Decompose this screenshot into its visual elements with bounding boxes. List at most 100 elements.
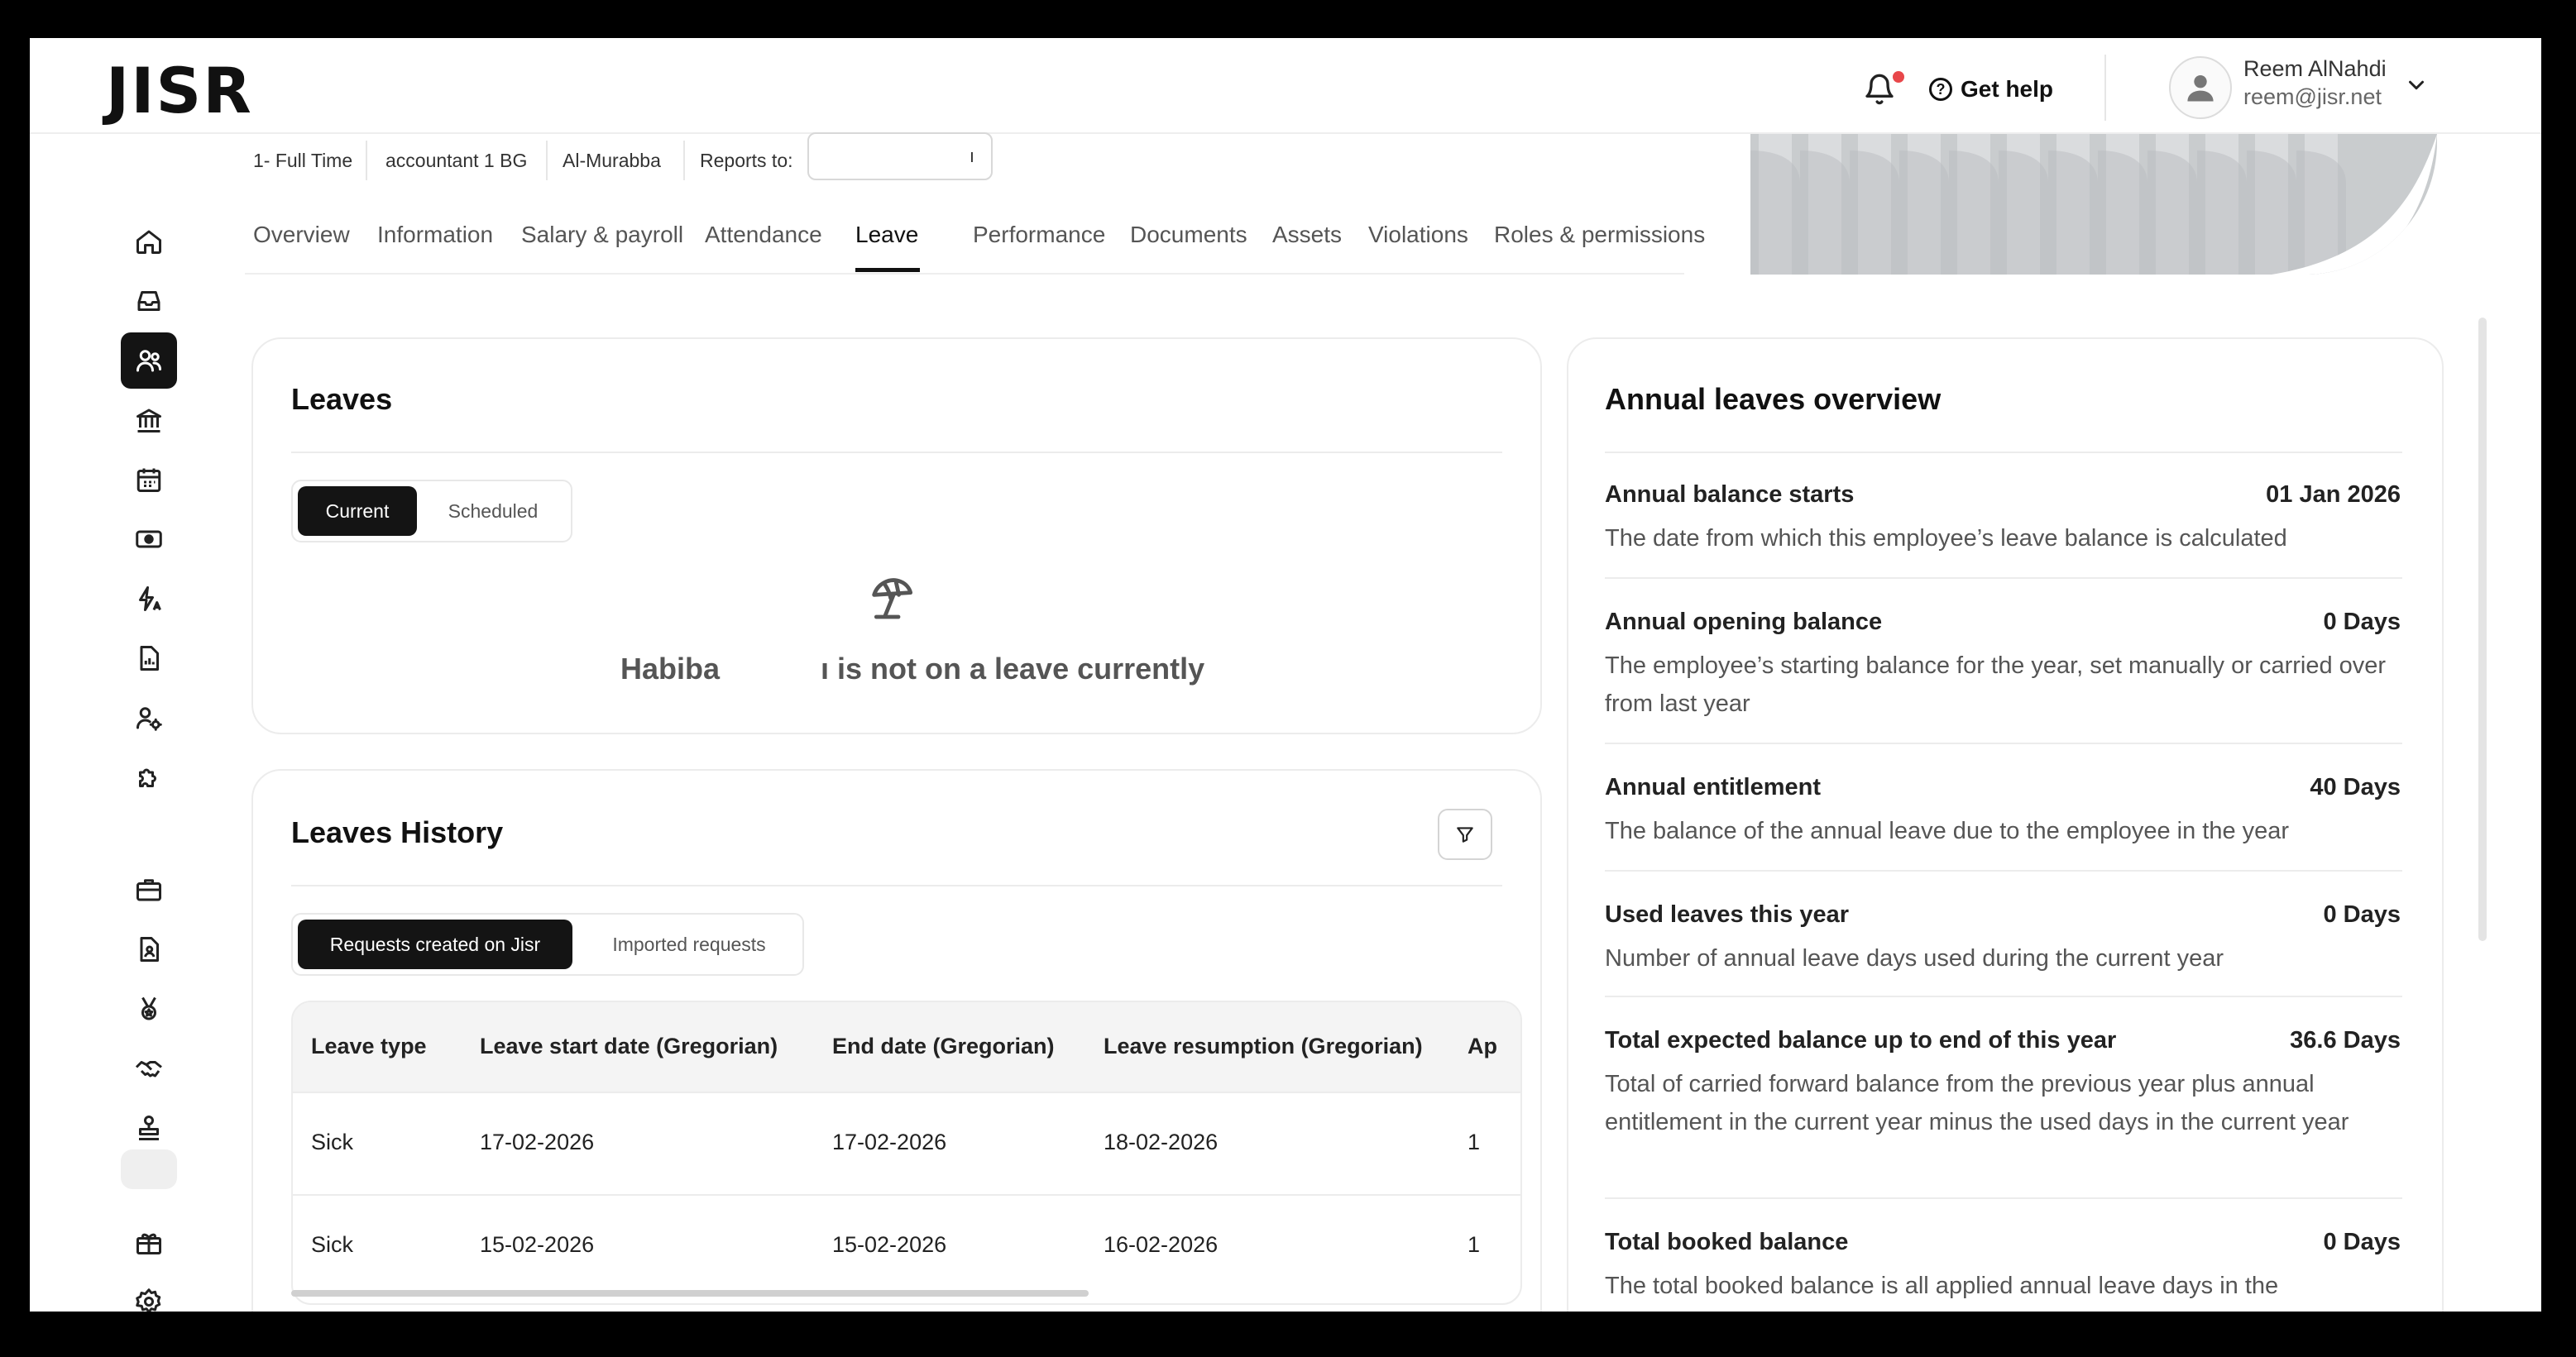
column-header[interactable]: Leave resumption (Gregorian) [1104,1034,1423,1059]
column-header[interactable]: Leave type [311,1034,427,1059]
jisr-requests-toggle[interactable]: Requests created on Jisr [298,920,572,969]
sidebar-item-home[interactable] [121,213,177,270]
reports-to-field[interactable]: ı [807,132,993,180]
leaves-divider [291,452,1502,453]
overview-description: The date from which this employee’s leav… [1605,525,2287,552]
scheduled-toggle[interactable]: Scheduled [425,486,561,536]
sidebar-item-approvals[interactable] [121,1100,177,1156]
empty-state-name: Habiba [620,652,721,686]
overview-value: 01 Jan 2026 [2266,481,2401,508]
cell-approved: 1 [1468,1130,1481,1154]
sidebar-item-payroll[interactable] [121,511,177,567]
column-header[interactable]: End date (Gregorian) [832,1034,1055,1059]
imported-requests-toggle[interactable]: Imported requests [579,920,799,969]
tab-information[interactable]: Information [377,222,493,248]
overview-description: The balance of the annual leave due to t… [1605,818,2290,844]
overview-divider [1605,743,2402,744]
meta-divider [683,141,685,180]
overview-value: 40 Days [2310,774,2401,800]
tab-overview[interactable]: Overview [253,222,350,248]
question-circle-icon: ? [1929,78,1952,101]
sidebar-item-reports[interactable] [121,630,177,686]
tab-assets[interactable]: Assets [1272,222,1342,248]
table-horizontal-scrollbar[interactable] [291,1290,1089,1297]
sidebar-item-inbox[interactable] [121,273,177,329]
tab-leave[interactable]: Leave [855,222,918,248]
sidebar-item-employee-files[interactable] [121,921,177,977]
app-window: JISR ? Get help Reem AlNahdi reem@jisr.n… [30,38,2541,1312]
cell-resumption-date: 16-02-2026 [1104,1232,1219,1257]
cell-leave-type: Sick [311,1130,354,1154]
puzzle-icon [139,768,156,787]
leaves-history-table: Leave type Leave start date (Gregorian) … [291,1001,1522,1305]
sidebar-item-benefits[interactable] [121,1214,177,1270]
get-help-label: Get help [1961,76,2054,102]
overview-value: 0 Days [2323,1229,2401,1255]
tab-violations[interactable]: Violations [1368,222,1468,248]
beach-umbrella-icon [872,578,913,619]
notification-bell-icon[interactable] [1863,71,1896,108]
home-icon [136,230,161,254]
overview-value: 0 Days [2323,901,2401,928]
cell-approved: 1 [1468,1232,1481,1257]
money-icon [136,530,162,548]
column-header[interactable]: Ap [1468,1034,1497,1059]
sidebar-item-user-settings[interactable] [121,690,177,746]
column-header[interactable]: Leave start date (Gregorian) [480,1034,778,1059]
history-divider [291,885,1502,886]
sidebar-item-people[interactable] [121,332,177,389]
chevron-down-icon[interactable] [2404,73,2429,98]
overview-description: Number of annual leave days used during … [1605,945,2224,972]
history-segment-control: Requests created on Jisr Imported reques… [291,913,804,976]
sidebar-item-integrations[interactable] [121,749,177,805]
header-divider [2104,55,2106,121]
overview-divider [1605,996,2402,997]
sidebar-item-automation[interactable] [121,571,177,627]
tab-documents[interactable]: Documents [1130,222,1247,248]
page-vertical-scrollbar[interactable] [2478,318,2487,941]
employment-type: 1- Full Time [253,149,353,171]
overview-label: Total expected balance up to end of this… [1605,1027,2117,1054]
avatar[interactable] [2169,56,2232,119]
tab-performance[interactable]: Performance [973,222,1105,248]
gift-icon [136,1233,161,1254]
tab-salary-payroll[interactable]: Salary & payroll [521,222,683,248]
overview-divider [1605,452,2402,453]
overview-divider [1605,870,2402,872]
overview-value: 36.6 Days [2290,1027,2401,1054]
sidebar-item-bank[interactable] [121,392,177,448]
reports-to-label: Reports to: [700,149,793,171]
filter-button[interactable] [1438,809,1492,860]
leaves-history-title: Leaves History [291,815,504,849]
sidebar-item-jobs[interactable] [121,862,177,918]
sidebar [30,134,195,1312]
table-header: Leave type Leave start date (Gregorian) … [293,1002,1520,1092]
meta-divider [546,141,548,180]
sidebar-item-settings[interactable] [121,1273,177,1312]
sidebar-item-rewards[interactable] [121,981,177,1037]
get-help-button[interactable]: ? Get help [1929,71,2053,108]
overview-value: 0 Days [2323,609,2401,635]
sidebar-item-contracts[interactable] [121,1040,177,1097]
overview-title: Annual leaves overview [1605,382,1942,416]
cell-start-date: 15-02-2026 [480,1232,595,1257]
handshake-icon [135,1061,162,1077]
tab-roles-permissions[interactable]: Roles & permissions [1494,222,1705,248]
medal-icon [141,996,156,1020]
row-divider [293,1194,1520,1196]
cell-leave-type: Sick [311,1232,354,1257]
gear-icon [136,1288,161,1312]
overview-description: The employee’s starting balance for the … [1605,652,2387,717]
tabs-divider [245,273,1684,275]
user-name: Reem AlNahdi [2243,56,2387,81]
employee-location: Al-Murabba [563,149,661,171]
tab-attendance[interactable]: Attendance [705,222,822,248]
cell-end-date: 17-02-2026 [832,1130,947,1154]
current-toggle[interactable]: Current [298,486,417,536]
decorative-banner [1750,134,2437,275]
jisr-logo[interactable]: JISR [106,60,253,122]
cell-resumption-date: 18-02-2026 [1104,1130,1219,1154]
bank-icon [136,409,161,432]
sidebar-item-calendar[interactable] [121,452,177,508]
overview-divider [1605,1197,2402,1199]
